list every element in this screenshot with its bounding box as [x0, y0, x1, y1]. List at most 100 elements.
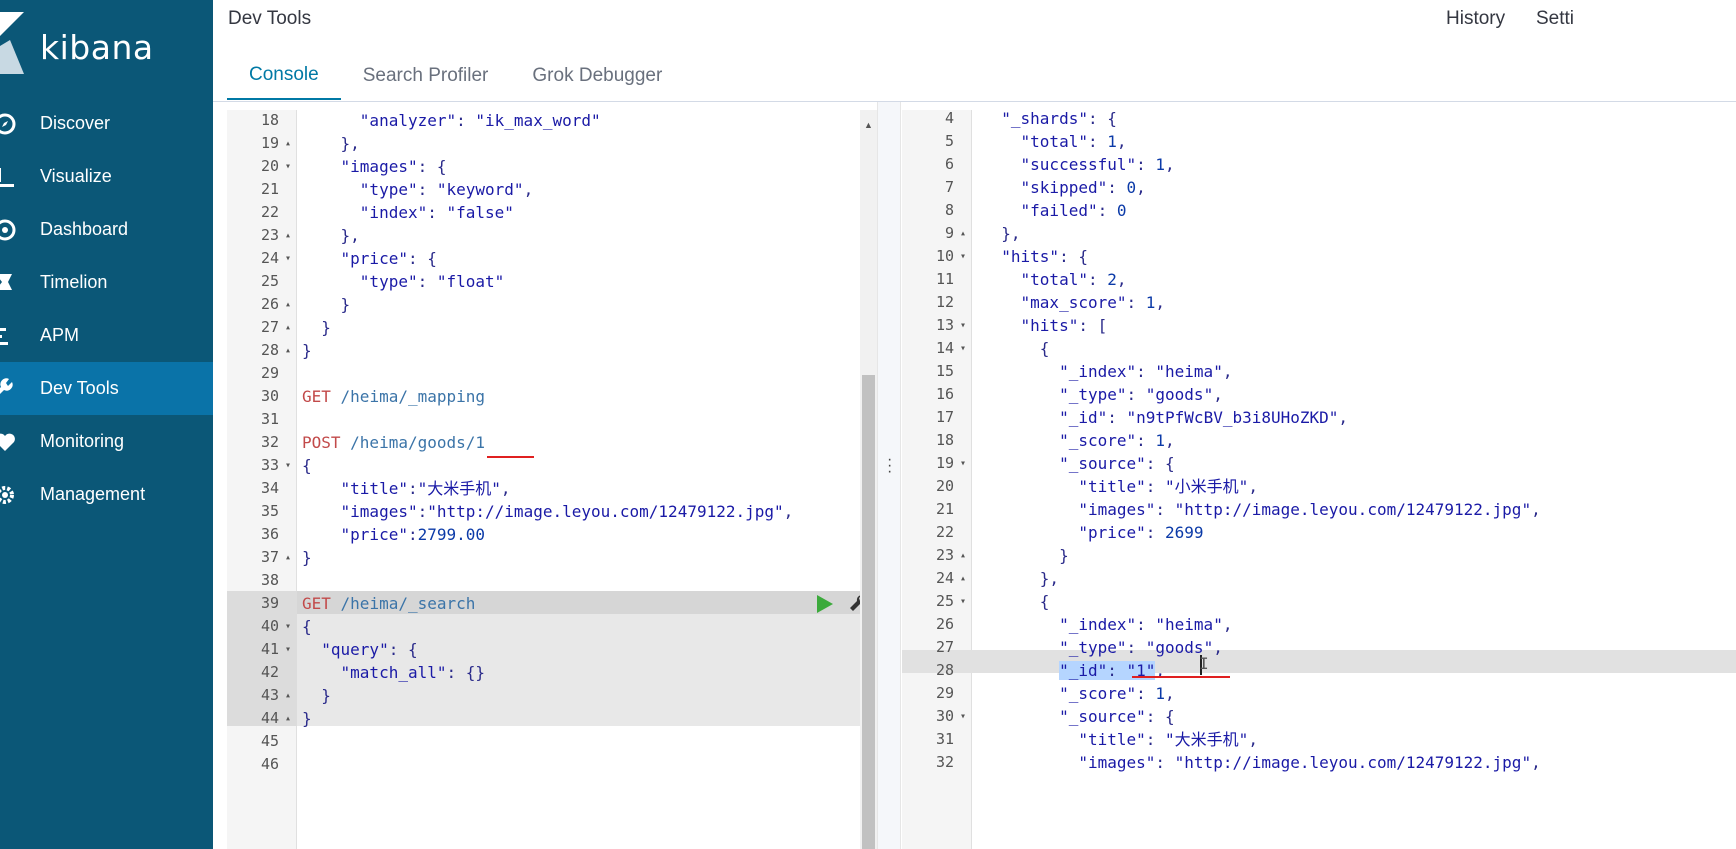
code-line[interactable]: "analyzer": "ik_max_word": [302, 110, 601, 132]
code-line[interactable]: "type": "float": [302, 270, 505, 293]
fold-expanded-icon[interactable]: ▾: [960, 705, 966, 728]
code-line[interactable]: "type": "keyword",: [302, 178, 533, 201]
fold-expanded-icon[interactable]: ▾: [960, 314, 966, 337]
fold-collapsed-icon[interactable]: ▴: [285, 132, 291, 155]
code-line[interactable]: {: [302, 615, 312, 638]
fold-expanded-icon[interactable]: ▾: [960, 245, 966, 268]
code-line[interactable]: "price": 2699: [982, 521, 1203, 544]
fold-collapsed-icon[interactable]: ▴: [285, 293, 291, 316]
fold-expanded-icon[interactable]: ▾: [960, 452, 966, 475]
run-request-icon[interactable]: [814, 594, 834, 614]
code-line[interactable]: },: [302, 224, 360, 247]
code-line[interactable]: "_id": "n9tPfWcBV_b3i8UHoZKD",: [982, 406, 1348, 429]
code-line[interactable]: "_score": 1,: [982, 429, 1175, 452]
code-line[interactable]: "total": 2,: [982, 268, 1127, 291]
code-line[interactable]: }: [302, 339, 312, 362]
code-line[interactable]: "failed": 0: [982, 199, 1127, 222]
sidebar-item-monitoring[interactable]: Monitoring: [0, 415, 213, 468]
code-line[interactable]: "_source": {: [982, 705, 1175, 728]
code-line[interactable]: }: [302, 546, 312, 569]
code-line[interactable]: "successful": 1,: [982, 153, 1175, 176]
code-line[interactable]: "skipped": 0,: [982, 176, 1146, 199]
code-line[interactable]: "_score": 1,: [982, 682, 1175, 705]
code-line[interactable]: "_type": "goods",: [982, 383, 1223, 406]
sidebar-item-apm[interactable]: APM: [0, 309, 213, 362]
code-line[interactable]: }: [982, 544, 1069, 567]
code-line[interactable]: "_shards": {: [982, 110, 1117, 130]
tab-grok-debugger[interactable]: Grok Debugger: [510, 52, 684, 100]
fold-collapsed-icon[interactable]: ▴: [285, 316, 291, 339]
pane-splitter[interactable]: · · ·: [877, 102, 901, 849]
code-line[interactable]: "max_score": 1,: [982, 291, 1166, 314]
editor-scroll-thumb[interactable]: [862, 375, 875, 849]
code-line[interactable]: "match_all": {}: [302, 661, 486, 684]
code-line[interactable]: "title":"大米手机",: [302, 477, 511, 500]
fold-collapsed-icon[interactable]: ▴: [285, 339, 291, 362]
fold-expanded-icon[interactable]: ▾: [285, 247, 291, 270]
kibana-logo[interactable]: kibana: [0, 0, 213, 102]
code-line[interactable]: "images": {: [302, 155, 447, 178]
code-line[interactable]: {: [982, 337, 1050, 360]
response-output[interactable]: 4 5 6 7 8 9 ▴ 10 ▾ 11 12 13 ▾ 14 ▾ 15 16 17 18 19 ▾ 20 21 22 23 ▴…: [902, 110, 1736, 849]
sidebar-item-discover[interactable]: Discover: [0, 97, 213, 150]
code-line[interactable]: "_index": "heima",: [982, 613, 1232, 636]
editor-scrollbar[interactable]: ▲: [860, 110, 877, 849]
code-line[interactable]: "hits": {: [982, 245, 1088, 268]
code-line[interactable]: }: [302, 293, 351, 316]
sidebar-item-label: Dashboard: [40, 219, 129, 239]
console-editor[interactable]: 18 19 ▴ 20 ▾ 21 22 23 ▴ 24 ▾ 25 26 ▴ 27 ▴ 28 ▴ 29 30 31 32 33 ▾…: [227, 110, 877, 849]
sidebar-item-visualize[interactable]: Visualize: [0, 150, 213, 203]
settings-link[interactable]: Setti: [1536, 8, 1574, 30]
sidebar-item-timelion[interactable]: Timelion: [0, 256, 213, 309]
code-line[interactable]: {: [302, 454, 312, 477]
code-line[interactable]: "query": {: [302, 638, 417, 661]
red-annotation-mark: [1132, 676, 1230, 678]
code-line[interactable]: }: [302, 707, 312, 730]
sidebar-item-dev-tools[interactable]: Dev Tools: [0, 362, 213, 415]
code-line[interactable]: "images":"http://image.leyou.com/1247912…: [302, 500, 794, 523]
code-line[interactable]: POST /heima/goods/1: [302, 431, 485, 454]
code-line[interactable]: "_index": "heima",: [982, 360, 1232, 383]
code-line[interactable]: GET /heima/_search: [302, 592, 475, 615]
code-line[interactable]: "title": "大米手机",: [982, 728, 1258, 751]
code-line[interactable]: },: [982, 222, 1020, 245]
fold-collapsed-icon[interactable]: ▴: [960, 544, 966, 567]
fold-expanded-icon[interactable]: ▾: [285, 155, 291, 178]
code-line[interactable]: "images": "http://image.leyou.com/124791…: [982, 498, 1540, 521]
fold-expanded-icon[interactable]: ▾: [285, 454, 291, 477]
splitter-grip-icon[interactable]: · · ·: [887, 452, 892, 480]
code-line[interactable]: }: [302, 316, 331, 339]
code-line[interactable]: "images": "http://image.leyou.com/124791…: [982, 751, 1540, 774]
code-line[interactable]: "_type": "goods",: [982, 636, 1223, 659]
fold-collapsed-icon[interactable]: ▴: [960, 222, 966, 245]
code-line[interactable]: }: [302, 684, 331, 707]
history-link[interactable]: History: [1446, 8, 1505, 30]
code-line[interactable]: {: [982, 590, 1050, 613]
fold-collapsed-icon[interactable]: ▴: [285, 546, 291, 569]
sidebar-item-dashboard[interactable]: Dashboard: [0, 203, 213, 256]
fold-expanded-icon[interactable]: ▾: [960, 337, 966, 360]
ibeam-cursor-icon: I: [1199, 654, 1209, 673]
fold-expanded-icon[interactable]: ▾: [960, 590, 966, 613]
fold-collapsed-icon[interactable]: ▴: [285, 224, 291, 247]
code-line[interactable]: GET /heima/_mapping: [302, 385, 485, 408]
code-line[interactable]: "total": 1,: [982, 130, 1127, 153]
fold-expanded-icon[interactable]: ▾: [285, 638, 291, 661]
code-line[interactable]: "index": "false": [302, 201, 514, 224]
fold-expanded-icon[interactable]: ▾: [285, 615, 291, 638]
code-line[interactable]: "hits": [: [982, 314, 1108, 337]
code-line[interactable]: "_source": {: [982, 452, 1175, 475]
code-line[interactable]: },: [982, 567, 1059, 590]
code-line[interactable]: "_id": "1",: [982, 659, 1165, 682]
code-line[interactable]: "price": {: [302, 247, 437, 270]
scroll-up-arrow-icon[interactable]: ▲: [864, 120, 873, 130]
code-line[interactable]: },: [302, 132, 360, 155]
sidebar-item-management[interactable]: Management: [0, 468, 213, 521]
code-line[interactable]: "title": "小米手机",: [982, 475, 1258, 498]
tab-search-profiler[interactable]: Search Profiler: [341, 52, 511, 100]
fold-collapsed-icon[interactable]: ▴: [285, 684, 291, 707]
tab-console[interactable]: Console: [227, 52, 341, 100]
fold-collapsed-icon[interactable]: ▴: [960, 567, 966, 590]
code-line[interactable]: "price":2799.00: [302, 523, 486, 546]
fold-collapsed-icon[interactable]: ▴: [285, 707, 291, 730]
